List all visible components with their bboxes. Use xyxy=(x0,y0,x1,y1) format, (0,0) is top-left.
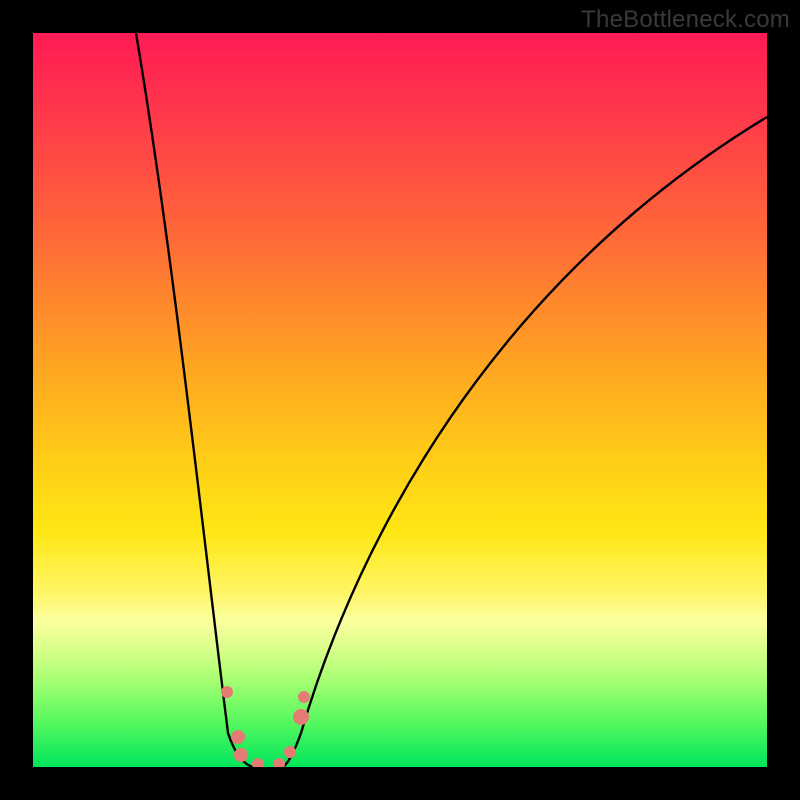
bottleneck-curve-right xyxy=(283,117,767,767)
data-marker xyxy=(231,730,245,744)
chart-frame: TheBottleneck.com xyxy=(0,0,800,800)
data-marker xyxy=(284,746,296,758)
data-marker xyxy=(252,758,264,767)
chart-svg xyxy=(33,33,767,767)
data-marker xyxy=(234,748,248,762)
plot-area xyxy=(33,33,767,767)
data-marker xyxy=(221,686,233,698)
data-marker xyxy=(273,758,285,767)
marker-group xyxy=(221,686,310,767)
data-marker xyxy=(298,691,310,703)
bottleneck-curve-left xyxy=(136,33,253,767)
watermark-text: TheBottleneck.com xyxy=(581,6,790,34)
data-marker xyxy=(293,709,309,725)
curve-group xyxy=(136,33,767,767)
